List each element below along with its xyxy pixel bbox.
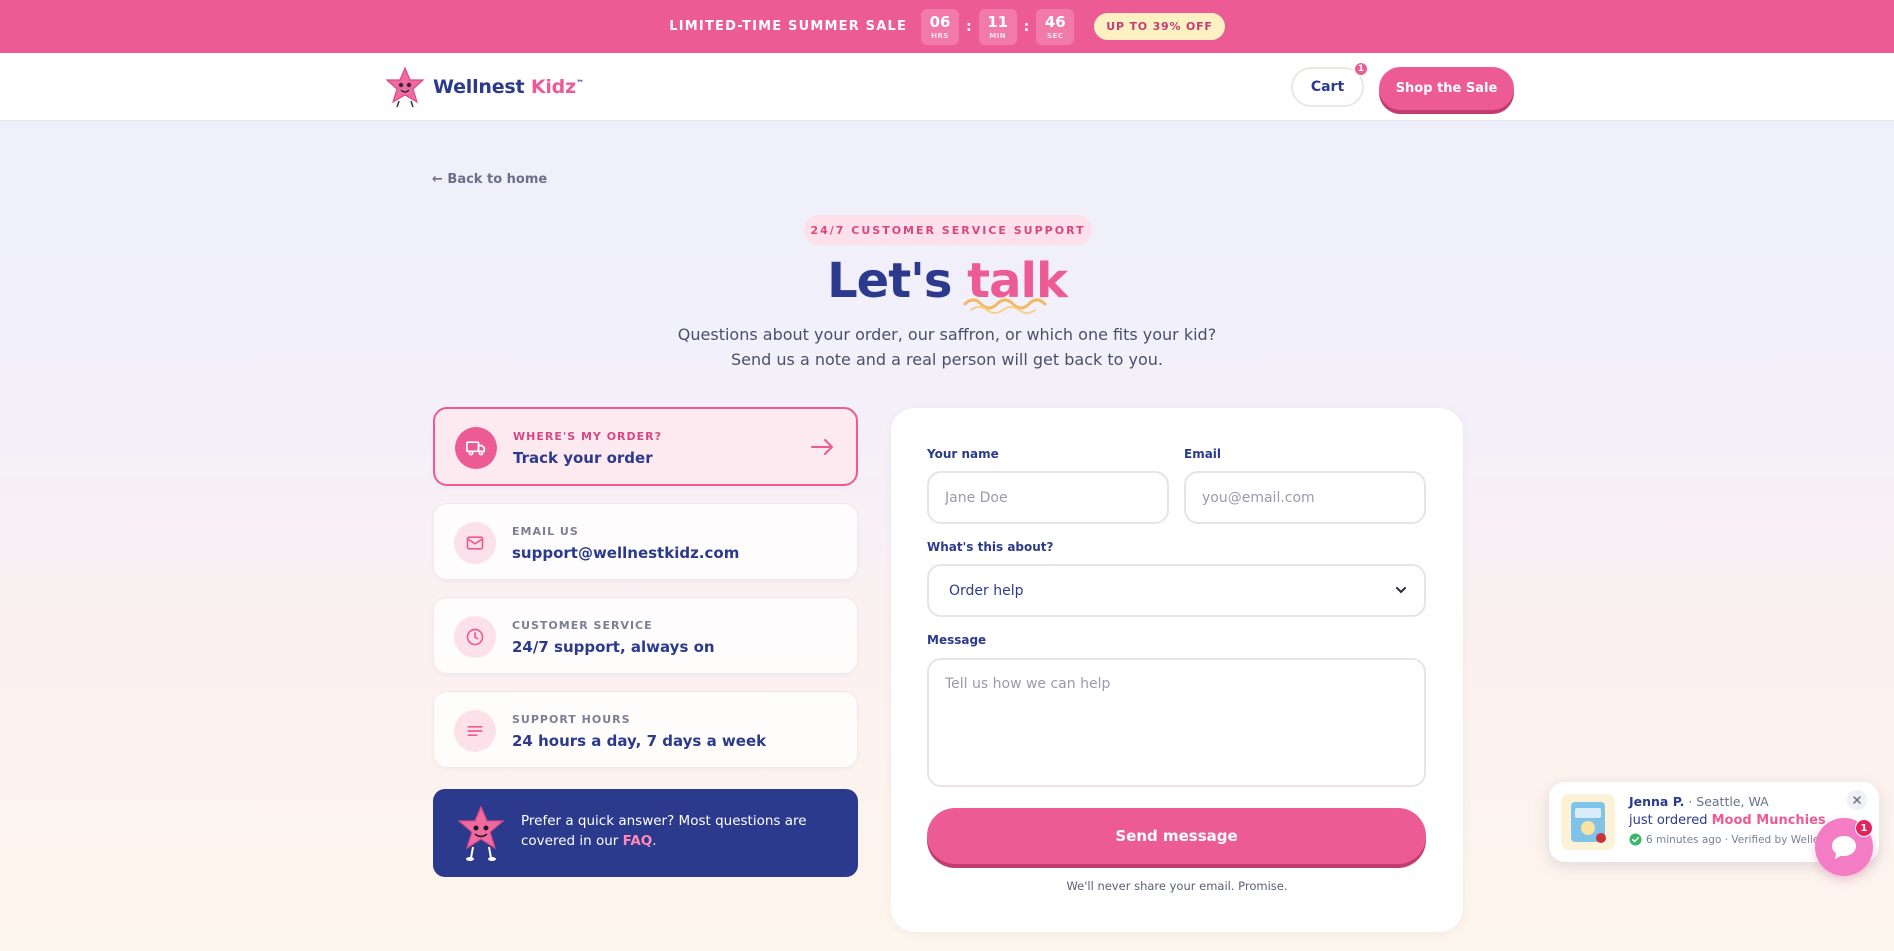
close-icon xyxy=(1853,796,1861,804)
faq-link[interactable]: FAQ xyxy=(623,833,653,849)
topic-select[interactable]: Order help xyxy=(927,564,1426,617)
card-value: 24 hours a day, 7 days a week xyxy=(512,732,767,750)
faq-suffix: . xyxy=(652,833,657,849)
brand-name-main: Wellnest xyxy=(433,76,525,98)
chat-unread-badge: 1 xyxy=(1855,819,1873,837)
toast-action: just ordered Mood Munchies xyxy=(1629,813,1826,828)
timer-minutes: 11 MIN xyxy=(978,8,1017,45)
eyebrow-badge: 24/7 CUSTOMER SERVICE SUPPORT xyxy=(804,215,1092,245)
card-value: Track your order xyxy=(513,449,653,467)
name-input[interactable] xyxy=(927,471,1169,524)
toast-meta: 6 minutes ago · Verified by Welle xyxy=(1629,833,1819,846)
contact-form: Your name Email What's this about? Order… xyxy=(891,408,1463,932)
toast-action-text: just ordered xyxy=(1629,813,1712,828)
customer-service-card: CUSTOMER SERVICE 24/7 support, always on xyxy=(433,597,858,674)
page-title-main: Let's xyxy=(827,253,952,309)
chat-bubble-icon xyxy=(1832,836,1856,859)
toast-meta-text: 6 minutes ago · Verified by Welle xyxy=(1646,833,1820,846)
timer-hours: 06 HRS xyxy=(921,8,960,45)
card-label: WHERE'S MY ORDER? xyxy=(513,430,663,443)
timer-hours-unit: HRS xyxy=(931,31,949,40)
timer-seconds: 46 SEC xyxy=(1036,8,1075,45)
chevron-down-icon xyxy=(1396,587,1406,594)
timer-seconds-unit: SEC xyxy=(1047,31,1064,40)
message-label: Message xyxy=(927,633,987,647)
timer-minutes-unit: MIN xyxy=(989,31,1007,40)
site-header: Wellnest Kidz™ Cart 1 Shop the Sale xyxy=(0,53,1894,121)
support-hours-card: SUPPORT HOURS 24 hours a day, 7 days a w… xyxy=(433,691,858,768)
privacy-note: We'll never share your email. Promise. xyxy=(1066,879,1288,893)
timer-seconds-value: 46 xyxy=(1044,12,1066,31)
brand-name-accent: Kidz xyxy=(530,76,576,98)
timer-separator: : xyxy=(966,18,972,35)
email-card[interactable]: EMAIL US support@wellnestkidz.com xyxy=(433,503,858,580)
promo-bar: LIMITED-TIME SUMMER SALE 06 HRS : 11 MIN… xyxy=(0,0,1894,53)
track-order-card[interactable]: WHERE'S MY ORDER? Track your order xyxy=(433,407,858,486)
sale-pill[interactable]: UP TO 39% OFF xyxy=(1094,13,1225,40)
back-home-link[interactable]: ← Back to home xyxy=(432,172,547,187)
name-label: Your name xyxy=(927,447,999,461)
toast-close-button[interactable] xyxy=(1847,790,1867,810)
timer-separator: : xyxy=(1023,18,1030,35)
topic-label: What's this about? xyxy=(927,540,1054,554)
shop-sale-button[interactable]: Shop the Sale xyxy=(1379,67,1514,110)
faq-text: Prefer a quick answer? Most questions ar… xyxy=(521,811,841,851)
email-input[interactable] xyxy=(1184,471,1426,524)
toast-customer: Jenna P. · Seattle, WA xyxy=(1629,794,1769,809)
check-circle-icon xyxy=(1629,833,1642,846)
page-subtitle: Questions about your order, our saffron,… xyxy=(0,322,1894,372)
lines-icon xyxy=(454,710,496,752)
card-label: SUPPORT HOURS xyxy=(512,713,631,726)
send-message-button[interactable]: Send message xyxy=(927,808,1426,864)
timer-hours-value: 06 xyxy=(929,12,951,31)
cart-button[interactable]: Cart xyxy=(1291,67,1364,107)
toast-product[interactable]: Mood Munchies xyxy=(1712,813,1826,828)
clock-icon xyxy=(454,616,496,658)
timer-minutes-value: 11 xyxy=(987,12,1009,31)
promo-text: LIMITED-TIME SUMMER SALE xyxy=(669,19,908,34)
email-label: Email xyxy=(1184,447,1222,461)
squiggle-underline-icon xyxy=(963,298,1047,314)
toast-location: · Seattle, WA xyxy=(1684,794,1769,809)
product-thumbnail xyxy=(1561,794,1615,850)
cart-count-badge: 1 xyxy=(1353,61,1369,77)
brand-name: Wellnest Kidz™ xyxy=(433,76,584,98)
faq-callout: Prefer a quick answer? Most questions ar… xyxy=(433,789,858,877)
card-value: support@wellnestkidz.com xyxy=(512,544,740,562)
mail-icon xyxy=(454,522,496,564)
message-textarea[interactable] xyxy=(927,658,1426,787)
page-title: Let's talk xyxy=(0,253,1894,309)
topic-select-value: Order help xyxy=(949,582,1024,599)
card-label: EMAIL US xyxy=(512,525,579,538)
card-value: 24/7 support, always on xyxy=(512,638,715,656)
truck-icon xyxy=(455,427,497,469)
star-mascot-icon xyxy=(457,805,505,861)
logo[interactable]: Wellnest Kidz™ xyxy=(383,65,584,109)
toast-customer-name: Jenna P. xyxy=(1629,794,1685,809)
subtitle-line-1: Questions about your order, our saffron,… xyxy=(677,325,1217,344)
card-label: CUSTOMER SERVICE xyxy=(512,619,653,632)
subtitle-line-2: Send us a note and a real person will ge… xyxy=(731,350,1163,369)
faq-text-body: Prefer a quick answer? Most questions ar… xyxy=(521,813,807,849)
trademark: ™ xyxy=(575,78,584,88)
arrow-right-icon xyxy=(811,439,833,455)
star-mascot-icon xyxy=(385,66,425,108)
